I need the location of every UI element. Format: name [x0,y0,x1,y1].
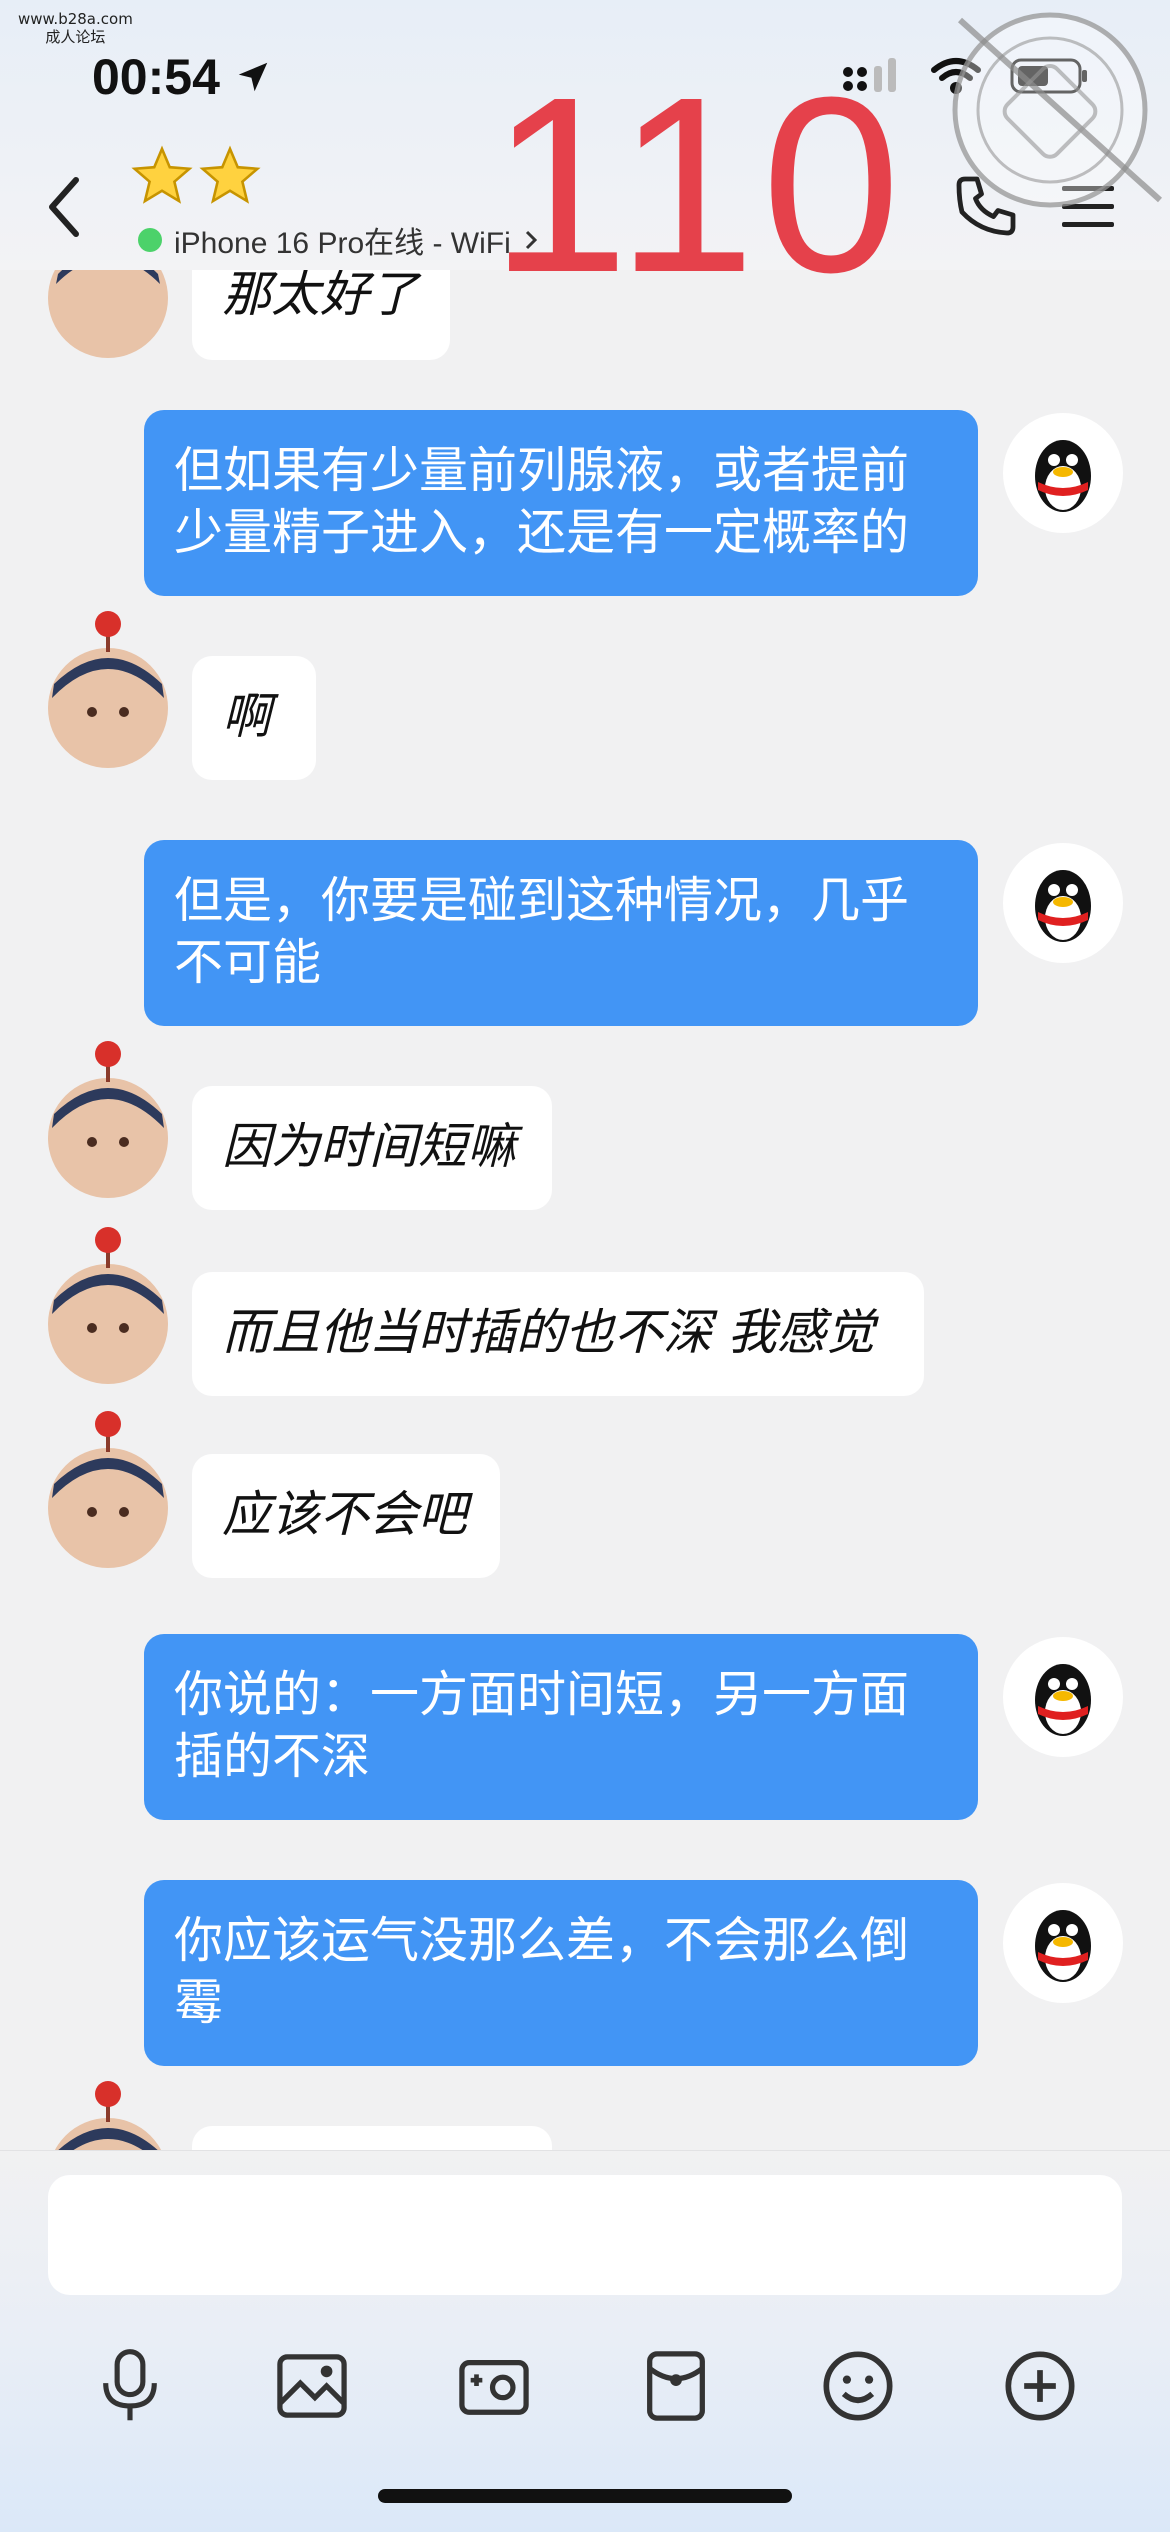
red-packet-icon [647,2351,705,2421]
my-avatar[interactable] [1002,412,1124,534]
emoji-icon [823,2351,893,2421]
chat-messages[interactable]: 那太好了 但如果有少量前列腺液，或者提前少量精子进入，还是有一定概率的 啊 但是… [0,270,1170,2150]
emoji-button[interactable] [808,2336,908,2436]
contact-avatar[interactable] [46,270,170,358]
message-bubble[interactable]: 但如果有少量前列腺液，或者提前少量精子进入，还是有一定概率的 [144,410,978,596]
photo-icon [277,2354,347,2418]
message-bubble[interactable]: 但是，你要是碰到这种情况，几乎不可能 [144,840,978,1026]
message-bubble[interactable]: 因为时间短嘛 [192,1086,552,1210]
more-button[interactable] [990,2336,1090,2436]
microphone-icon [103,2349,157,2421]
voice-button[interactable] [80,2336,180,2436]
penguin-avatar-icon [1003,413,1123,533]
my-avatar[interactable] [1002,842,1124,964]
penguin-avatar-icon [1003,1883,1123,2003]
message-bubble[interactable]: 啊 [192,656,316,780]
watermark-stamp-icon [952,12,1163,208]
my-avatar[interactable] [1002,1636,1124,1758]
message-bubble[interactable]: 那太好了 [192,270,450,360]
contact-avatar[interactable] [46,1410,170,1570]
back-button[interactable] [40,172,90,242]
photo-button[interactable] [262,2336,362,2436]
watermark-subtitle: 成人论坛 [45,28,106,46]
red-packet-button[interactable] [626,2336,726,2436]
site-watermark: www.b28a.com 成人论坛 [18,10,133,46]
contact-avatar[interactable] [46,610,170,770]
online-status-text: iPhone 16 Pro在线 - WiFi [174,227,511,260]
penguin-avatar-icon [1003,1637,1123,1757]
my-avatar[interactable] [1002,1882,1124,2004]
contact-avatar[interactable] [46,1226,170,1386]
camera-icon [459,2360,529,2415]
watermark-site: www.b28a.com [18,10,133,28]
star-icon [131,145,193,204]
penguin-avatar-icon [1003,843,1123,963]
message-bubble[interactable]: 你说的：一方面时间短，另一方面插的不深 [144,1634,978,1820]
location-arrow-icon [238,62,268,92]
status-time: 00:54 [92,48,272,106]
message-input[interactable] [48,2175,1122,2295]
online-dot-icon [138,228,162,252]
contact-stars [130,145,262,207]
status-time-text: 00:54 [92,49,220,105]
message-bubble-partial[interactable] [192,2126,552,2150]
contact-avatar[interactable] [46,2080,170,2150]
message-bubble[interactable]: 而且他当时插的也不深 我感觉 [192,1272,924,1396]
home-indicator[interactable] [378,2489,792,2503]
message-bubble[interactable]: 应该不会吧 [192,1454,500,1578]
contact-avatar[interactable] [46,1040,170,1200]
input-toolbar [0,2336,1170,2436]
star-icon [199,145,261,204]
online-status[interactable]: iPhone 16 Pro在线 - WiFi [138,218,539,262]
chat-input-area [0,2150,1170,2532]
plus-icon [1005,2351,1075,2421]
camera-button[interactable] [444,2336,544,2436]
message-bubble[interactable]: 你应该运气没那么差，不会那么倒霉 [144,1880,978,2066]
overlay-number: 110 [490,45,907,324]
